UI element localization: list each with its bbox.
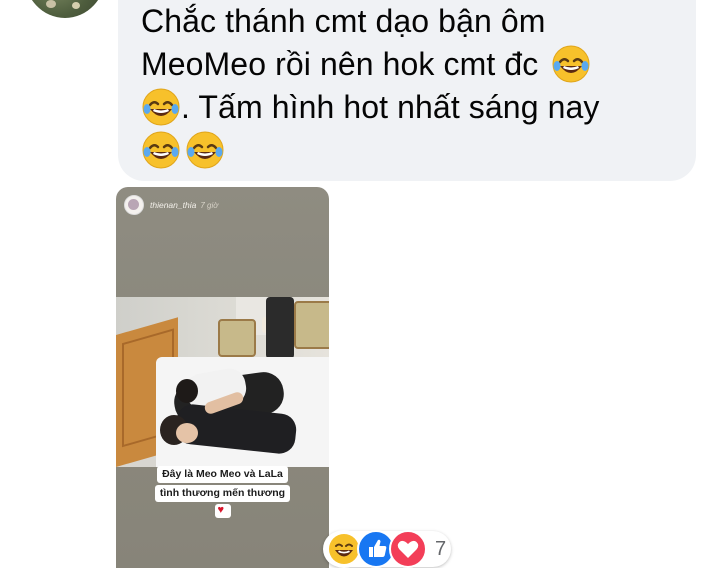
laughing-emoji-icon: [141, 130, 181, 170]
photo-standing-person: [266, 297, 294, 359]
comment-line: [141, 129, 681, 172]
photo-chair: [218, 319, 256, 357]
reactions-summary[interactable]: 7: [323, 530, 451, 568]
story-photo: [116, 297, 329, 467]
comment-line: . Tấm hình hot nhất sáng nay: [141, 86, 681, 129]
comment-line-text: Chắc thánh cmt dạo bận ôm: [141, 3, 546, 39]
commenter-avatar[interactable]: [24, 0, 106, 18]
comment-line-text: . Tấm hình hot nhất sáng nay: [181, 89, 600, 125]
laughing-emoji-icon: [141, 87, 181, 127]
caption-line: Đây là Meo Meo và LaLa: [157, 466, 288, 483]
photo-person-face: [176, 423, 198, 443]
love-reaction-icon: [389, 530, 427, 568]
story-avatar: [124, 195, 144, 215]
avatar-detail: [72, 2, 80, 9]
caption-line: tình thương mến thương: [154, 485, 291, 502]
comment-photo-attachment[interactable]: thienan_thia 7 giờ Đây là Meo Meo và LaL…: [116, 187, 329, 568]
comment-line: Chắc thánh cmt dạo bận ôm: [141, 0, 681, 43]
story-time: 7 giờ: [200, 200, 219, 210]
laughing-emoji-icon: [185, 130, 225, 170]
comment-line-text: MeoMeo rồi nên hok cmt đc: [141, 46, 539, 82]
heart-icon: ♥: [217, 504, 225, 516]
laughing-emoji-icon: [551, 44, 591, 84]
story-username: thienan_thia: [150, 200, 197, 210]
comment-text: Chắc thánh cmt dạo bận ôm MeoMeo rồi nên…: [141, 0, 681, 172]
story-header: thienan_thia 7 giờ: [124, 195, 219, 215]
comment-line: MeoMeo rồi nên hok cmt đc: [141, 43, 681, 86]
story-caption: Đây là Meo Meo và LaLa tình thương mến t…: [116, 465, 329, 523]
photo-person-head: [176, 379, 198, 403]
caption-heart-box: ♥: [214, 504, 231, 518]
reaction-count: 7: [435, 537, 447, 560]
photo-chair: [294, 301, 329, 349]
avatar-detail: [46, 0, 56, 8]
